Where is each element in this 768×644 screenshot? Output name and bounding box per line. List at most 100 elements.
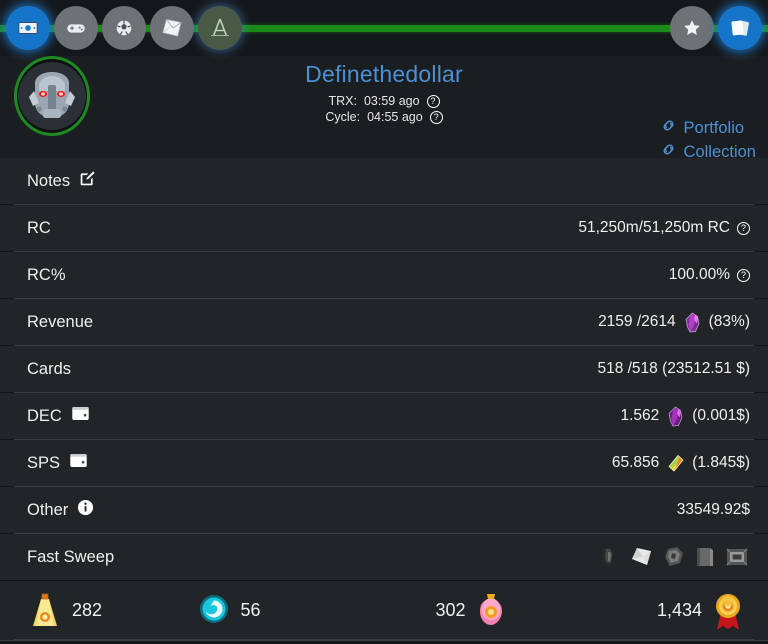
row-rc-label-group: RC [27, 219, 51, 238]
row-notes[interactable]: Notes [0, 158, 768, 205]
row-sps-value-group: 65.856 (1.845$) [612, 453, 750, 474]
row-sps-label-group: SPS [27, 452, 88, 474]
stat-energy-value: 56 [241, 600, 261, 621]
trx-value: 03:59 ago [364, 94, 420, 108]
stat-legendary-potion[interactable]: 302 [353, 592, 590, 630]
sweep-item-5-icon[interactable] [724, 544, 750, 570]
row-sps[interactable]: SPS 65.856 (1.845$) [0, 440, 768, 487]
trx-status: TRX: 03:59 ago ? [0, 94, 768, 108]
info-circle-icon[interactable] [77, 499, 94, 521]
nav-soccer-button[interactable] [102, 6, 146, 50]
row-cards-label: Cards [27, 360, 71, 379]
arcane-a-icon [207, 15, 233, 41]
row-sps-value-a: 65.856 [612, 454, 659, 472]
nav-cash-button[interactable] [6, 6, 50, 50]
cards-icon [727, 15, 753, 41]
row-revenue[interactable]: Revenue 2159 /2614 (83%) [0, 299, 768, 346]
row-dec-label-group: DEC [27, 405, 90, 427]
sweep-item-1-icon[interactable] [596, 544, 622, 570]
nav-icons-right [670, 6, 762, 50]
star-icon [680, 16, 704, 40]
row-notes-label-group: Notes [27, 170, 96, 192]
page-title: Definethedollar [0, 61, 768, 88]
row-rc-value: 51,250m/51,250m RC [578, 219, 730, 237]
row-revenue-value-group: 2159 /2614 (83%) [598, 312, 750, 333]
resource-stats-bar: 282 56 302 1,434 [0, 581, 768, 641]
cycle-value: 04:55 ago [367, 110, 423, 124]
rc-help-icon[interactable]: ? [737, 222, 750, 235]
row-cards-value: 518 /518 (23512.51 $) [597, 360, 750, 378]
row-rc-percent[interactable]: RC% 100.00% ? [0, 252, 768, 299]
gold-medal-icon [712, 592, 746, 630]
link-chain-icon [660, 118, 677, 138]
row-rc-percent-label: RC% [27, 266, 66, 285]
nav-games-button[interactable] [54, 6, 98, 50]
row-cards[interactable]: Cards 518 /518 (23512.51 $) [0, 346, 768, 393]
row-fast-sweep-label-group: Fast Sweep [27, 548, 114, 567]
stat-legendary-potion-value: 302 [435, 600, 465, 621]
sweep-item-2-icon[interactable] [628, 544, 654, 570]
row-dec-value-a: 1.562 [620, 407, 659, 425]
gold-potion-icon [28, 592, 62, 630]
stat-merits-value: 1,434 [657, 600, 702, 621]
pencil-edit-icon[interactable] [79, 170, 96, 192]
row-other-value: 33549.92$ [677, 501, 750, 519]
dec-crystal-icon [683, 312, 702, 333]
cash-icon [17, 17, 39, 39]
cycle-status: Cycle: 04:55 ago ? [0, 110, 768, 124]
wallet-icon[interactable] [71, 405, 90, 427]
fast-sweep-icons [596, 544, 750, 570]
rc-percent-help-icon[interactable]: ? [737, 269, 750, 282]
stat-glint[interactable]: 282 [0, 592, 185, 630]
row-cards-label-group: Cards [27, 360, 71, 379]
top-navigation-bar [0, 0, 768, 56]
row-notes-label: Notes [27, 172, 70, 191]
row-other-label: Other [27, 501, 68, 520]
row-revenue-label-group: Revenue [27, 313, 93, 332]
row-other-label-group: Other [27, 499, 94, 521]
pink-potion-icon [476, 592, 510, 630]
sweep-item-3-icon[interactable] [660, 544, 686, 570]
row-dec[interactable]: DEC 1.562 (0.001$) [0, 393, 768, 440]
cycle-help-icon[interactable]: ? [430, 111, 443, 124]
link-portfolio[interactable]: Portfolio [660, 118, 745, 138]
stat-glint-value: 282 [72, 600, 102, 621]
nav-icons-left [6, 6, 242, 50]
letter-envelope-icon [159, 15, 185, 41]
stats-rows: Notes RC 51,250m/51,250m RC ? RC% 100.00… [0, 158, 768, 581]
dec-crystal-icon [666, 406, 685, 427]
row-rc[interactable]: RC 51,250m/51,250m RC ? [0, 205, 768, 252]
trx-label: TRX: [328, 94, 356, 108]
row-sps-value-b: (1.845$) [692, 454, 750, 472]
nav-favorites-button[interactable] [670, 6, 714, 50]
row-dec-value-b: (0.001$) [692, 407, 750, 425]
row-dec-value-group: 1.562 (0.001$) [620, 406, 750, 427]
nav-arcane-button[interactable] [198, 6, 242, 50]
row-rc-label: RC [27, 219, 51, 238]
row-fast-sweep-label: Fast Sweep [27, 548, 114, 567]
cycle-label: Cycle: [325, 110, 360, 124]
row-rc-value-group: 51,250m/51,250m RC ? [578, 219, 750, 237]
row-revenue-value-b: (83%) [709, 313, 750, 331]
row-rc-percent-value: 100.00% [669, 266, 730, 284]
soccer-ball-icon [113, 17, 135, 39]
row-revenue-label: Revenue [27, 313, 93, 332]
row-revenue-value-a: 2159 /2614 [598, 313, 676, 331]
gamepad-icon [65, 17, 87, 39]
row-other[interactable]: Other 33549.92$ [0, 487, 768, 534]
sweep-item-4-icon[interactable] [692, 544, 718, 570]
row-rc-percent-label-group: RC% [27, 266, 66, 285]
link-portfolio-label: Portfolio [684, 119, 745, 138]
teal-spiral-icon [197, 592, 231, 630]
account-header: Definethedollar TRX: 03:59 ago ? Cycle: … [0, 56, 768, 158]
header-center: Definethedollar TRX: 03:59 ago ? Cycle: … [0, 61, 768, 124]
row-fast-sweep[interactable]: Fast Sweep [0, 534, 768, 581]
row-sps-label: SPS [27, 454, 60, 473]
sps-shard-icon [666, 453, 685, 474]
stat-merits[interactable]: 1,434 [590, 592, 768, 630]
nav-mail-button[interactable] [150, 6, 194, 50]
wallet-icon[interactable] [69, 452, 88, 474]
nav-cards-button[interactable] [718, 6, 762, 50]
trx-help-icon[interactable]: ? [427, 95, 440, 108]
stat-energy[interactable]: 56 [185, 592, 354, 630]
